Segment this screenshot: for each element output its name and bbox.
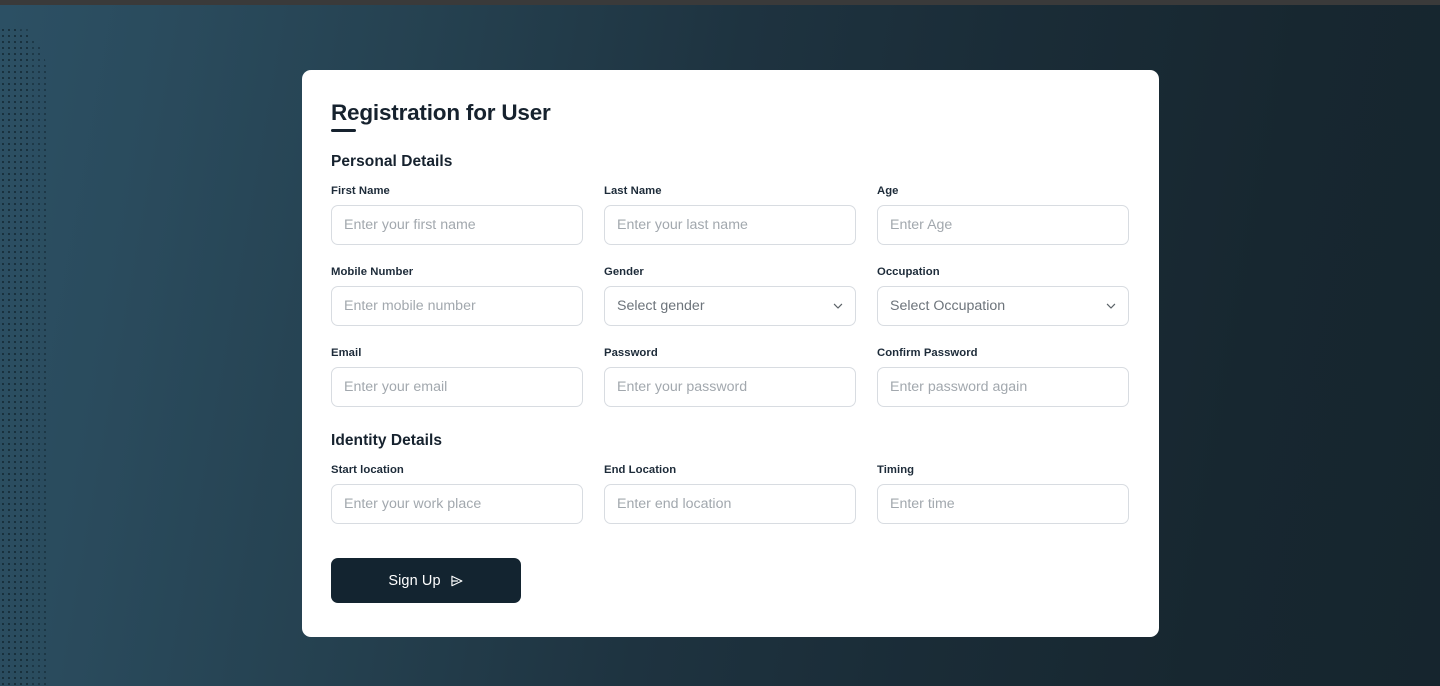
identity-details-row-1: Start location End Location Timing: [331, 464, 1130, 524]
first-name-input[interactable]: [331, 205, 583, 245]
browser-top-edge: [0, 0, 1440, 5]
sign-up-button[interactable]: Sign Up: [331, 558, 521, 603]
label-occupation: Occupation: [877, 266, 940, 278]
field-occupation: Occupation Select Occupation: [877, 266, 1129, 326]
personal-details-row-3: Email Password Confirm Password: [331, 347, 1130, 407]
confirm-password-input[interactable]: [877, 367, 1129, 407]
personal-details-row-2: Mobile Number Gender Select gender Occup…: [331, 266, 1130, 326]
decorative-dot-pattern-inner: [0, 27, 30, 686]
field-password: Password: [604, 347, 856, 407]
start-location-input[interactable]: [331, 484, 583, 524]
field-confirm-password: Confirm Password: [877, 347, 1129, 407]
gender-select[interactable]: Select gender: [604, 286, 856, 326]
title-underline-accent: [331, 129, 356, 132]
label-gender: Gender: [604, 266, 644, 278]
field-last-name: Last Name: [604, 185, 856, 245]
send-icon: [450, 574, 464, 588]
age-input[interactable]: [877, 205, 1129, 245]
timing-input[interactable]: [877, 484, 1129, 524]
sign-up-button-label: Sign Up: [388, 572, 441, 589]
end-location-input[interactable]: [604, 484, 856, 524]
field-start-location: Start location: [331, 464, 583, 524]
label-start-location: Start location: [331, 464, 404, 476]
section-heading-identity-details: Identity Details: [331, 432, 443, 449]
last-name-input[interactable]: [604, 205, 856, 245]
occupation-select[interactable]: Select Occupation: [877, 286, 1129, 326]
field-gender: Gender Select gender: [604, 266, 856, 326]
field-email: Email: [331, 347, 583, 407]
section-heading-personal-details: Personal Details: [331, 153, 453, 170]
label-timing: Timing: [877, 464, 915, 476]
label-email: Email: [331, 347, 362, 359]
label-password: Password: [604, 347, 658, 359]
label-first-name: First Name: [331, 185, 390, 197]
occupation-select-value: Select Occupation: [890, 298, 1006, 314]
page-title-wrap: Registration for User: [331, 98, 1130, 132]
field-first-name: First Name: [331, 185, 583, 245]
label-mobile-number: Mobile Number: [331, 266, 414, 278]
field-timing: Timing: [877, 464, 1129, 524]
label-confirm-password: Confirm Password: [877, 347, 978, 359]
field-age: Age: [877, 185, 1129, 245]
field-mobile-number: Mobile Number: [331, 266, 583, 326]
label-age: Age: [877, 185, 899, 197]
registration-card: Registration for User Personal Details F…: [302, 70, 1159, 637]
password-input[interactable]: [604, 367, 856, 407]
submit-area: Sign Up: [331, 558, 1130, 603]
page-title: Registration for User: [331, 100, 551, 125]
field-end-location: End Location: [604, 464, 856, 524]
mobile-number-input[interactable]: [331, 286, 583, 326]
personal-details-row-1: First Name Last Name Age: [331, 185, 1130, 245]
chevron-down-icon: [832, 300, 844, 312]
label-last-name: Last Name: [604, 185, 662, 197]
gender-select-value: Select gender: [617, 298, 705, 314]
chevron-down-icon: [1105, 300, 1117, 312]
label-end-location: End Location: [604, 464, 677, 476]
email-input[interactable]: [331, 367, 583, 407]
